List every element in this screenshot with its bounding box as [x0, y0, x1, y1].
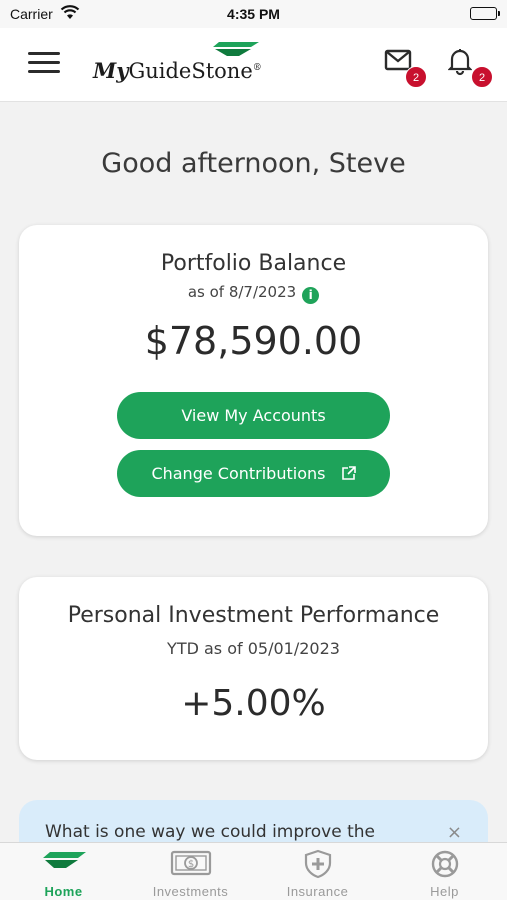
tab-help[interactable]: Help: [381, 843, 507, 900]
money-icon: $: [127, 849, 254, 879]
tab-insurance-label: Insurance: [286, 884, 349, 899]
close-icon[interactable]: ×: [447, 822, 462, 843]
logo-mark-icon: [213, 42, 259, 56]
clock: 4:35 PM: [227, 6, 280, 22]
lifebuoy-icon: [381, 849, 507, 879]
external-link-icon: [341, 452, 356, 499]
portfolio-balance: $78,590.00: [144, 319, 363, 363]
tab-bar: Home $ Investments Insurance Help: [0, 842, 507, 900]
logo-my-text: My: [93, 58, 129, 83]
tab-home[interactable]: Home: [0, 843, 127, 900]
tab-insurance[interactable]: Insurance: [254, 843, 381, 900]
status-bar: Carrier 4:35 PM: [0, 0, 507, 28]
portfolio-balance-card: Portfolio Balance as of 8/7/2023 i $78,59…: [19, 225, 488, 536]
portfolio-as-of-text: as of 8/7/2023: [187, 283, 297, 301]
mail-count-badge: 2: [405, 66, 427, 88]
performance-title: Personal Investment Performance: [67, 603, 440, 628]
performance-value: +5.00%: [181, 683, 326, 724]
registered-mark: ®: [252, 63, 262, 73]
performance-subtitle: YTD as of 05/01/2023: [167, 639, 340, 658]
tab-investments-label: Investments: [152, 884, 229, 899]
menu-bar-icon: [28, 61, 60, 64]
guidestone-logo-icon: [0, 849, 127, 879]
logo-name-text: GuideStone: [128, 59, 253, 83]
view-my-accounts-label: View My Accounts: [181, 406, 326, 425]
feedback-text: What is one way we could improve the: [45, 822, 375, 842]
view-my-accounts-button[interactable]: View My Accounts: [117, 392, 390, 439]
tab-help-label: Help: [430, 884, 459, 899]
app-header: MyGuideStone®: [0, 28, 507, 102]
portfolio-title: Portfolio Balance: [160, 251, 347, 276]
myguidestone-logo: MyGuideStone®: [93, 40, 273, 92]
greeting: Good afternoon, Steve: [101, 148, 406, 179]
shield-plus-icon: [254, 849, 381, 879]
portfolio-as-of: as of 8/7/2023 i: [19, 283, 488, 304]
tab-home-label: Home: [44, 884, 83, 899]
hamburger-menu-button[interactable]: [28, 52, 60, 78]
svg-text:$: $: [187, 859, 193, 870]
change-contributions-label: Change Contributions: [151, 464, 326, 483]
info-icon[interactable]: i: [302, 287, 320, 304]
tab-investments[interactable]: $ Investments: [127, 843, 254, 900]
menu-bar-icon: [28, 70, 60, 73]
menu-bar-icon: [28, 52, 60, 55]
notification-count-badge: 2: [471, 66, 493, 88]
change-contributions-button[interactable]: Change Contributions: [117, 450, 390, 497]
investment-performance-card: Personal Investment Performance YTD as o…: [19, 577, 488, 760]
battery-icon: [470, 7, 500, 20]
